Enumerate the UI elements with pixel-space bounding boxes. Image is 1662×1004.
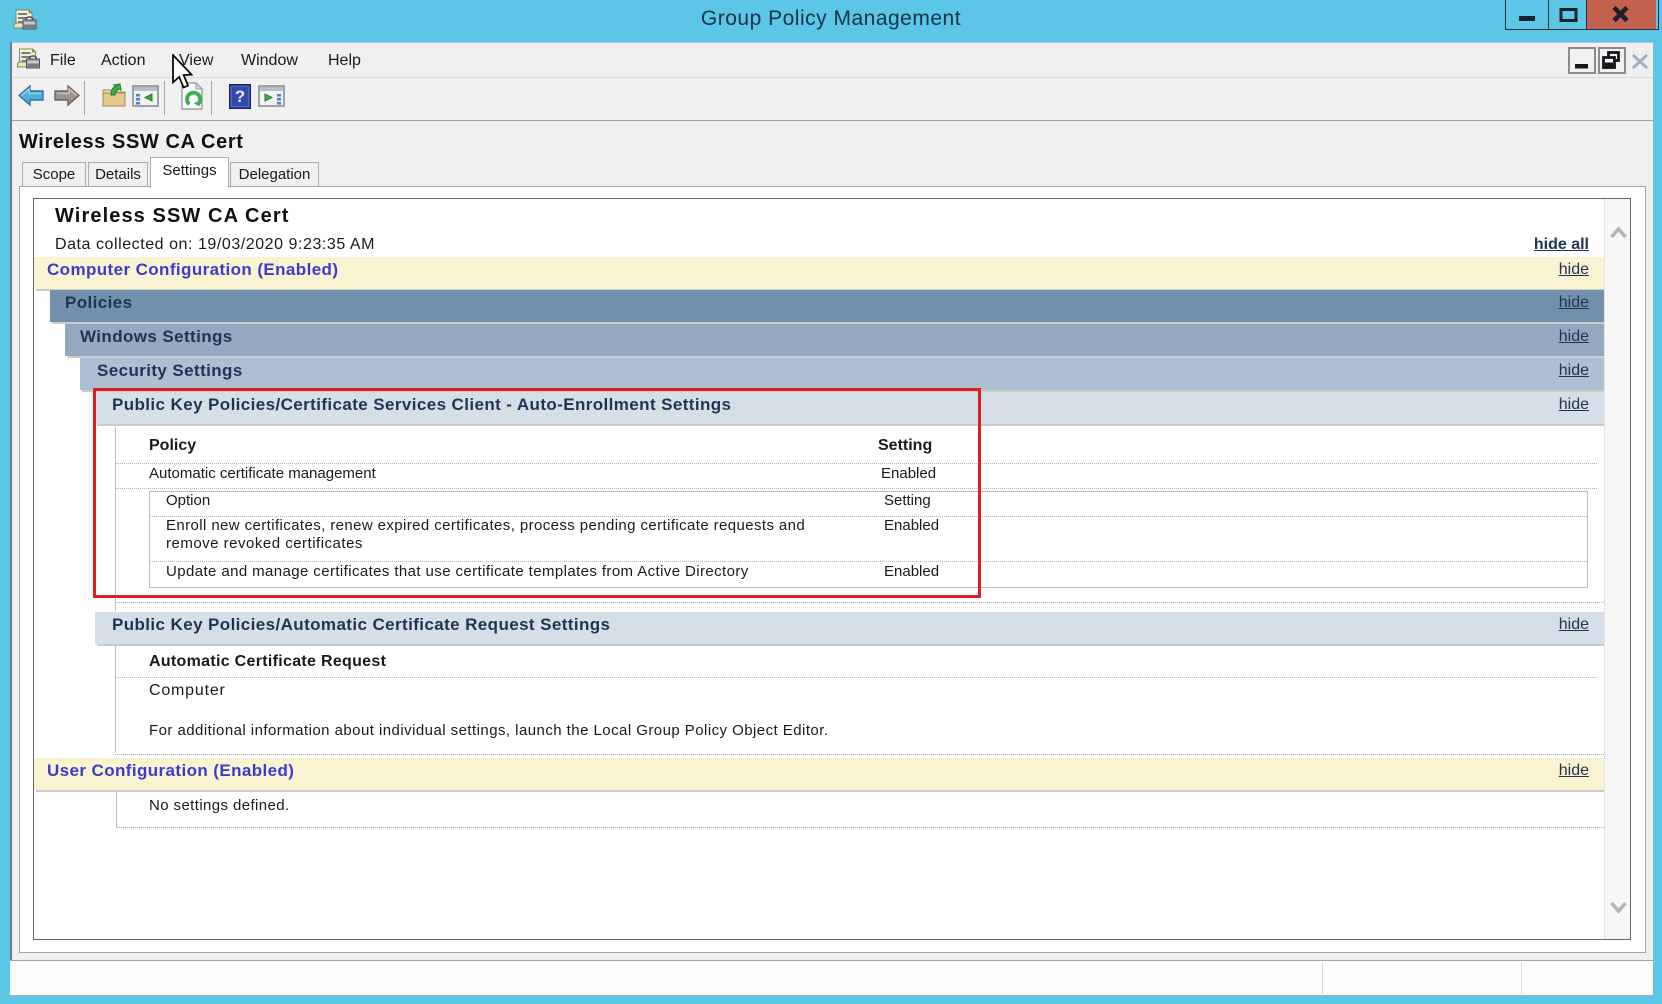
svg-text:?: ? (235, 87, 245, 106)
